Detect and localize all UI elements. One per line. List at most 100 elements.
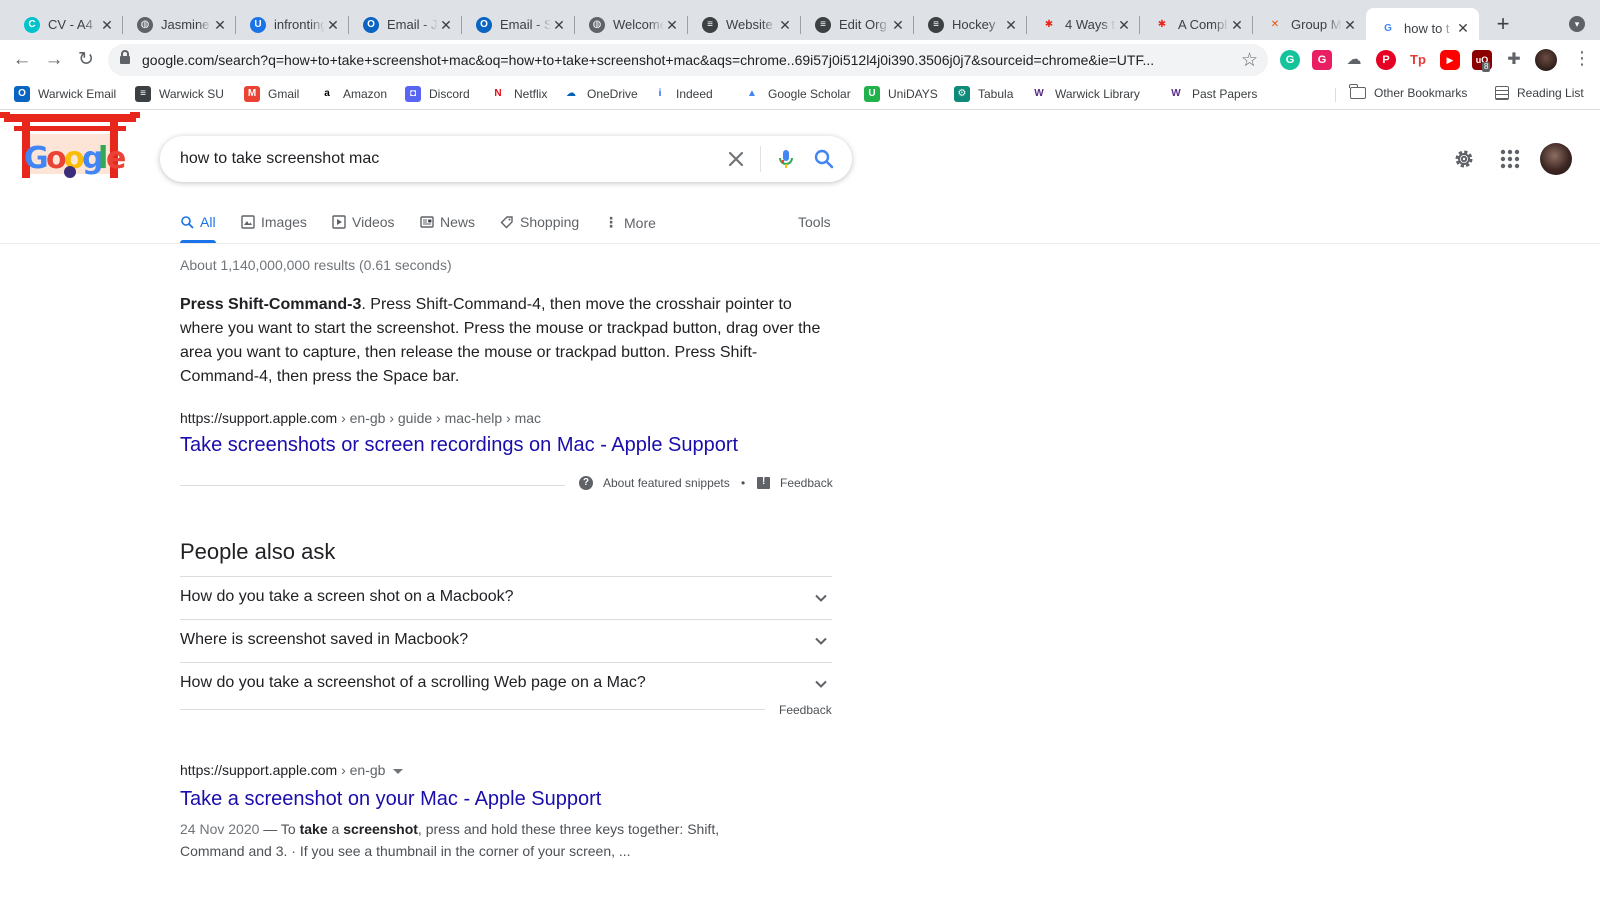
paa-question-row[interactable]: How do you take a screen shot on a Macbo… (180, 576, 832, 619)
bookmark-star-icon[interactable]: ☆ (1241, 49, 1258, 72)
browser-tab[interactable]: ◍ Jasmine ✕ (123, 8, 236, 41)
tab-news[interactable]: News (420, 214, 475, 230)
close-tab-icon[interactable]: ✕ (1003, 17, 1019, 33)
bookmark-item[interactable]: ◘ Discord (405, 86, 470, 102)
bookmark-item[interactable]: ▲ Google Scholar (744, 86, 851, 102)
profile-avatar-mini[interactable] (1535, 49, 1557, 71)
dropdown-arrow-icon[interactable] (393, 768, 404, 774)
bookmark-label: UniDAYS (888, 87, 938, 101)
back-arrow-icon[interactable]: ← (10, 48, 34, 72)
browser-tab[interactable]: O Email - S ✕ (462, 8, 575, 41)
reading-list[interactable]: Reading List (1495, 86, 1584, 100)
tab-title: A Compl (1178, 17, 1228, 32)
paa-divider (180, 709, 765, 710)
unidays-icon: U (864, 86, 880, 102)
browser-tab[interactable]: Uinfronting ✕ (236, 8, 349, 41)
close-tab-icon[interactable]: ✕ (438, 17, 454, 33)
bookmark-item[interactable]: N Netflix (490, 86, 547, 102)
puzzle-extensions-icon[interactable]: ✚ (1504, 50, 1524, 70)
svg-text:G: G (24, 141, 49, 176)
tab-images[interactable]: Images (241, 214, 307, 230)
bookmark-item[interactable]: ≡ Warwick SU (135, 86, 224, 102)
tab-more[interactable]: ⋮ More (604, 214, 656, 231)
close-tab-icon[interactable]: ✕ (1116, 17, 1132, 33)
paa-feedback-button[interactable]: Feedback (779, 703, 832, 717)
browser-tab[interactable]: ✱ 4 Ways t ✕ (1027, 8, 1140, 41)
bookmark-item[interactable]: i Indeed (652, 86, 713, 102)
google-apps-grid-icon[interactable] (1498, 147, 1522, 171)
chevron-down-icon[interactable] (814, 591, 828, 605)
tab-all[interactable]: All (180, 214, 216, 230)
account-avatar[interactable] (1540, 143, 1572, 175)
clear-search-icon[interactable] (720, 143, 752, 175)
bookmark-item[interactable]: ☁ OneDrive (563, 86, 638, 102)
featured-snippet-link[interactable]: Take screenshots or screen recordings on… (180, 434, 738, 457)
voice-search-mic-icon[interactable] (774, 147, 798, 171)
tab-shopping[interactable]: Shopping (500, 214, 579, 230)
close-tab-icon[interactable]: ✕ (1342, 17, 1358, 33)
featured-snippet-cite[interactable]: https://support.apple.com › en-gb › guid… (180, 410, 541, 426)
cloud-extension-icon[interactable]: ☁ (1344, 50, 1364, 70)
tools-label: Tools (798, 214, 831, 230)
close-tab-icon[interactable]: ✕ (99, 17, 115, 33)
grammarly-extension-icon[interactable]: G (1280, 50, 1300, 70)
close-tab-icon[interactable]: ✕ (664, 17, 680, 33)
bookmark-item[interactable]: a Amazon (319, 86, 387, 102)
close-tab-icon[interactable]: ✕ (1455, 20, 1471, 36)
paa-question-row[interactable]: Where is screenshot saved in Macbook? (180, 619, 832, 662)
browser-menu-icon[interactable]: ⋮ (1573, 48, 1591, 69)
bookmark-label: Discord (429, 87, 470, 101)
browser-tab[interactable]: C CV - A4 ✕ (10, 8, 123, 41)
youtube-icon[interactable]: ▶ (1440, 50, 1460, 70)
result-date: 24 Nov 2020 (180, 821, 260, 837)
search-query-text[interactable]: how to take screenshot mac (180, 150, 379, 168)
tp-extension-icon[interactable]: Tp (1408, 50, 1428, 70)
new-tab-button[interactable]: + (1490, 12, 1516, 38)
result-title-link[interactable]: Take a screenshot on your Mac - Apple Su… (180, 788, 601, 811)
extension-g-icon[interactable]: G (1312, 50, 1332, 70)
tab-videos[interactable]: Videos (332, 214, 395, 230)
close-tab-icon[interactable]: ✕ (777, 17, 793, 33)
browser-tab[interactable]: O Email - J ✕ (349, 8, 462, 41)
tools-button[interactable]: Tools (798, 214, 831, 230)
forward-arrow-icon[interactable]: → (42, 48, 66, 72)
bookmark-item[interactable]: W Past Papers (1168, 86, 1257, 102)
search-box[interactable]: how to take screenshot mac (160, 136, 852, 182)
browser-tab[interactable]: ✱ A Compl ✕ (1140, 8, 1253, 41)
browser-tab[interactable]: ≡ Website ✕ (688, 8, 801, 41)
address-bar[interactable]: google.com/search?q=how+to+take+screensh… (108, 44, 1268, 76)
browser-tab[interactable]: ✕ Group M ✕ (1253, 8, 1366, 41)
result-cite[interactable]: https://support.apple.com › en-gb (180, 762, 404, 778)
google-doodle-logo[interactable]: G o o g l e (0, 110, 140, 182)
paa-question-row[interactable]: How do you take a screenshot of a scroll… (180, 662, 832, 705)
search-icon (181, 216, 194, 229)
bookmark-item[interactable]: U UniDAYS (864, 86, 938, 102)
browser-tab[interactable]: ≡ Hockey ✕ (914, 8, 1027, 41)
bookmark-item[interactable]: W Warwick Library (1031, 86, 1140, 102)
close-tab-icon[interactable]: ✕ (1229, 17, 1245, 33)
lock-icon[interactable] (120, 50, 130, 66)
bookmark-item[interactable]: M Gmail (244, 86, 299, 102)
close-tab-icon[interactable]: ✕ (551, 17, 567, 33)
settings-gear-icon[interactable] (1452, 147, 1476, 171)
about-featured-snippets[interactable]: ? About featured snippets (579, 476, 730, 490)
close-tab-icon[interactable]: ✕ (212, 17, 228, 33)
tab-news-label: News (440, 214, 476, 230)
close-tab-icon[interactable]: ✕ (325, 17, 341, 33)
other-bookmarks[interactable]: Other Bookmarks (1349, 84, 1467, 100)
snippet-feedback-button[interactable]: Feedback (757, 476, 833, 490)
paa-question-text: How do you take a screenshot of a scroll… (180, 674, 646, 691)
reload-icon[interactable]: ↻ (74, 48, 98, 72)
chevron-down-icon[interactable] (814, 677, 828, 691)
pinterest-icon[interactable]: P (1376, 50, 1396, 70)
search-submit-icon[interactable] (812, 147, 836, 171)
tab-search-icon[interactable]: ▾ (1569, 16, 1585, 32)
tabula-icon: ⚙ (954, 86, 970, 102)
url-text[interactable]: google.com/search?q=how+to+take+screensh… (142, 52, 1222, 68)
browser-tab[interactable]: ◍ Welcome ✕ (575, 8, 688, 41)
bookmark-item[interactable]: O Warwick Email (14, 86, 116, 102)
chevron-down-icon[interactable] (814, 634, 828, 648)
bookmark-item[interactable]: ⚙ Tabula (954, 86, 1013, 102)
browser-tab[interactable]: ≡ Edit Org ✕ (801, 8, 914, 41)
close-tab-icon[interactable]: ✕ (890, 17, 906, 33)
